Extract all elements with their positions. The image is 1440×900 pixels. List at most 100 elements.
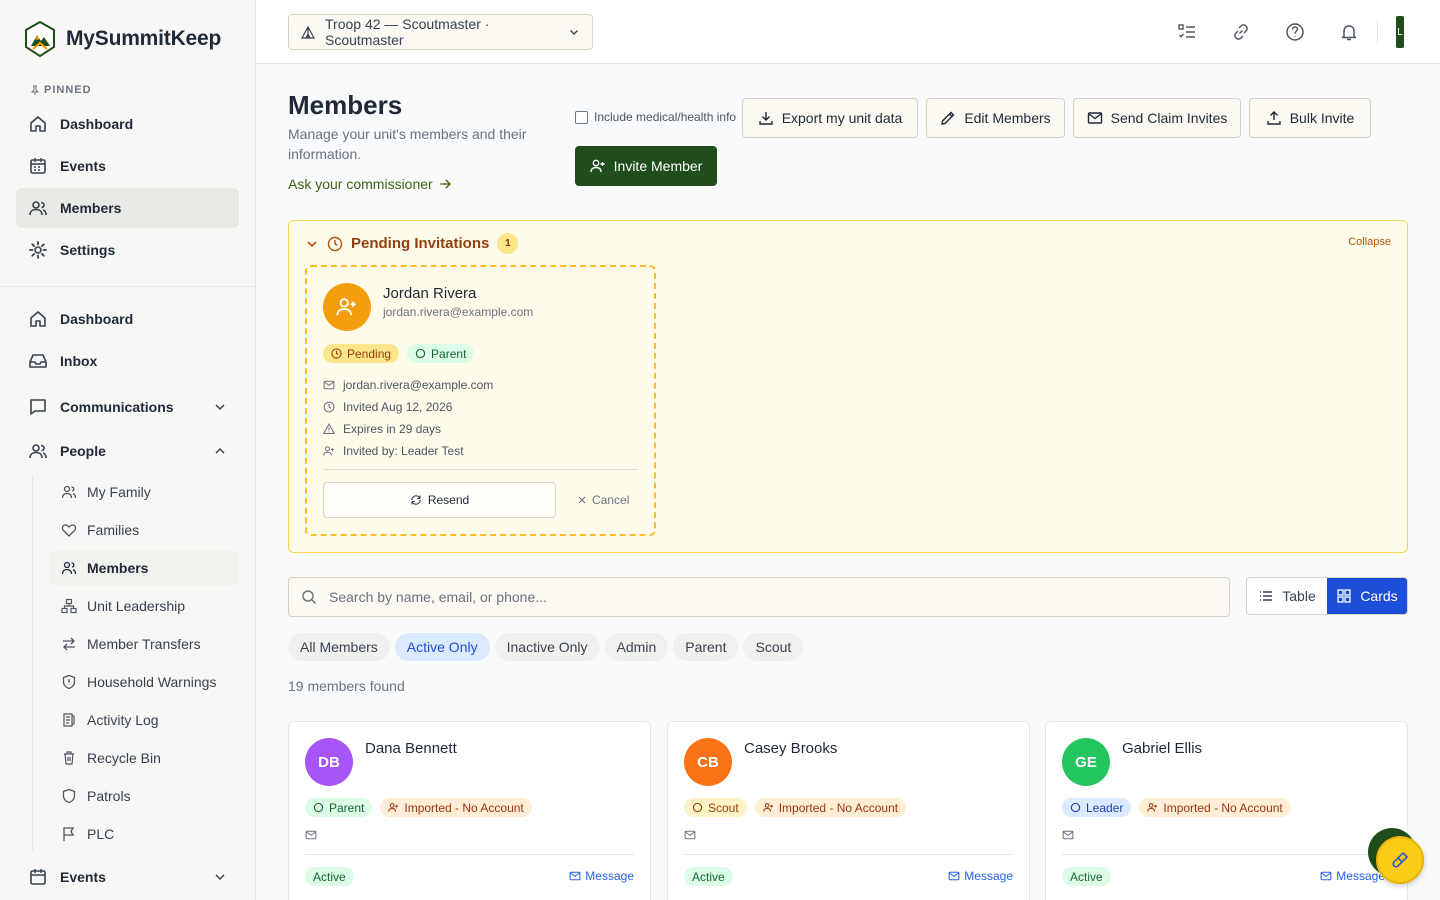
member-card[interactable]: DB Dana Bennett Parent Imported - No Acc… xyxy=(288,721,651,900)
troop-selector[interactable]: Troop 42 — Scoutmaster · Scoutmaster xyxy=(288,14,593,50)
member-badges: Parent Imported - No Account xyxy=(305,798,532,817)
sidebar-item-families[interactable]: Families xyxy=(49,513,239,547)
user-pair-icon xyxy=(61,484,77,500)
filter-active-only[interactable]: Active Only xyxy=(394,633,490,661)
invite-divider xyxy=(323,469,638,470)
warning-icon xyxy=(323,423,335,435)
resend-button[interactable]: Resend xyxy=(323,482,556,518)
invite-member-button[interactable]: Invite Member xyxy=(575,146,717,186)
card-divider xyxy=(1062,854,1391,855)
link-icon[interactable] xyxy=(1231,22,1251,42)
account-badge: Imported - No Account xyxy=(1139,798,1291,817)
pending-invitations-header[interactable]: Pending Invitations 1 xyxy=(305,233,519,254)
filter-parent[interactable]: Parent xyxy=(673,633,739,661)
user-plus-icon xyxy=(336,296,358,318)
circle-icon xyxy=(692,802,703,813)
chevron-up-icon[interactable] xyxy=(213,444,227,458)
sidebar-item-members[interactable]: Members xyxy=(49,551,239,585)
member-card[interactable]: GE Gabriel Ellis Leader Imported - No Ac… xyxy=(1045,721,1408,900)
status-badge: Pending xyxy=(323,344,400,363)
top-divider xyxy=(1377,20,1378,44)
member-badges: Leader Imported - No Account xyxy=(1062,798,1291,817)
filter-scout[interactable]: Scout xyxy=(743,633,804,661)
grid-icon xyxy=(1336,588,1352,604)
mail-icon xyxy=(1087,110,1103,126)
pinned-item-dashboard[interactable]: Dashboard xyxy=(16,104,239,144)
pending-invite-card: Jordan Rivera jordan.rivera@example.com … xyxy=(305,265,656,536)
user-plus-icon xyxy=(323,445,335,457)
message-button[interactable]: Message xyxy=(948,869,1013,883)
checkbox-box[interactable] xyxy=(575,110,588,124)
export-unit-data-button[interactable]: Export my unit data xyxy=(742,98,918,138)
member-name: Dana Bennett xyxy=(365,740,457,757)
brand[interactable]: MySummitKeep xyxy=(0,0,255,64)
message-button[interactable]: Message xyxy=(1320,869,1385,883)
status-badge: Active xyxy=(305,867,354,886)
user-plus-icon xyxy=(762,802,774,813)
sidebar-item-activity-log[interactable]: Activity Log xyxy=(49,703,239,737)
list-icon xyxy=(1258,588,1274,604)
user-plus-icon xyxy=(1147,802,1158,813)
cancel-invite-button[interactable]: Cancel xyxy=(577,493,629,507)
pinned-item-settings[interactable]: Settings xyxy=(16,230,239,270)
collapse-link[interactable]: Collapse xyxy=(1348,236,1391,248)
pinned-item-members[interactable]: Members xyxy=(16,188,239,228)
filter-inactive-only[interactable]: Inactive Only xyxy=(494,633,600,661)
cards-view-button[interactable]: Cards xyxy=(1327,578,1407,614)
sidebar-item-events[interactable]: Events xyxy=(16,857,239,897)
flag-icon xyxy=(61,826,77,842)
send-claim-invites-button[interactable]: Send Claim Invites xyxy=(1073,98,1241,138)
user-plus-icon xyxy=(388,802,399,813)
edit-members-button[interactable]: Edit Members xyxy=(926,98,1065,138)
role-badge: Parent xyxy=(305,798,373,817)
sidebar-item-member-transfers[interactable]: Member Transfers xyxy=(49,627,239,661)
member-filters: All Members Active Only Inactive Only Ad… xyxy=(288,633,804,661)
search-input[interactable]: Search by name, email, or phone... xyxy=(288,577,1230,617)
test-tube-icon xyxy=(1391,851,1409,869)
sidebar-item-my-family[interactable]: My Family xyxy=(49,475,239,509)
tent-icon xyxy=(301,25,315,39)
sidebar-item-patrols[interactable]: Patrols xyxy=(49,779,239,813)
test-tools-button[interactable] xyxy=(1376,836,1424,884)
user-plus-icon xyxy=(589,158,606,174)
include-medical-checkbox[interactable]: Include medical/health info xyxy=(575,110,736,124)
invitee-email: jordan.rivera@example.com xyxy=(383,305,534,319)
sidebar-item-inbox[interactable]: Inbox xyxy=(16,341,239,381)
table-view-button[interactable]: Table xyxy=(1247,578,1327,614)
chevron-down-icon[interactable] xyxy=(213,870,227,884)
account-badge: Imported - No Account xyxy=(380,798,532,817)
sidebar-item-unit-leadership[interactable]: Unit Leadership xyxy=(49,589,239,623)
user-avatar[interactable]: L xyxy=(1396,16,1404,48)
account-badge: Imported - No Account xyxy=(754,798,907,817)
member-avatar: DB xyxy=(305,738,353,786)
invitee-name: Jordan Rivera xyxy=(383,285,477,302)
bell-icon[interactable] xyxy=(1339,22,1359,42)
chevron-down-icon[interactable] xyxy=(213,400,227,414)
bulk-invite-button[interactable]: Bulk Invite xyxy=(1249,98,1371,138)
pinned-item-events[interactable]: Events xyxy=(16,146,239,186)
sidebar-item-people[interactable]: People xyxy=(16,431,239,471)
sidebar-item-household-warnings[interactable]: Household Warnings xyxy=(49,665,239,699)
help-icon[interactable] xyxy=(1285,22,1305,42)
filter-all-members[interactable]: All Members xyxy=(288,633,390,661)
pending-invitations-panel: Pending Invitations 1 Collapse Jordan Ri… xyxy=(288,220,1408,553)
message-button[interactable]: Message xyxy=(569,869,634,883)
clock-icon xyxy=(331,348,342,359)
mail-icon xyxy=(684,829,696,841)
mail-icon xyxy=(323,379,335,391)
member-card[interactable]: CB Casey Brooks Scout Imported - No Acco… xyxy=(667,721,1030,900)
users-icon xyxy=(28,198,48,218)
checklist-icon[interactable] xyxy=(1177,22,1197,42)
filter-admin[interactable]: Admin xyxy=(604,633,669,661)
sidebar-item-dashboard[interactable]: Dashboard xyxy=(16,299,239,339)
main-nav: Dashboard Inbox Communications People xyxy=(0,299,255,471)
role-badge: Parent xyxy=(407,344,475,363)
ask-commissioner-link[interactable]: Ask your commissioner xyxy=(288,176,451,192)
sidebar-item-plc[interactable]: PLC xyxy=(49,817,239,851)
chevron-down-icon[interactable] xyxy=(305,237,319,251)
invite-badges: Pending Parent xyxy=(323,344,475,363)
sidebar-item-communications[interactable]: Communications xyxy=(16,387,239,427)
mail-icon xyxy=(1062,829,1074,841)
sidebar-item-recycle-bin[interactable]: Recycle Bin xyxy=(49,741,239,775)
view-toggle: Table Cards xyxy=(1246,577,1408,615)
